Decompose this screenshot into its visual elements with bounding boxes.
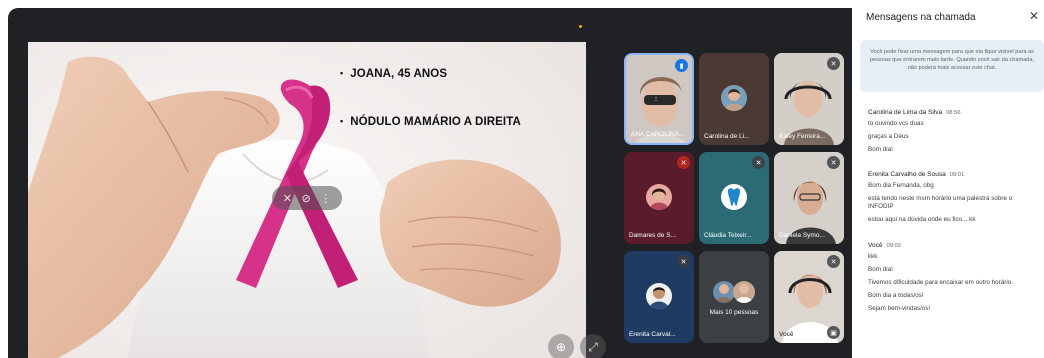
participant-name: Erenita Carval... bbox=[629, 331, 676, 338]
muted-mic-icon: ✕ bbox=[677, 255, 690, 268]
muted-mic-icon: ✕ bbox=[827, 57, 840, 70]
message-text: Bom dia Fernanda, obg bbox=[868, 182, 934, 189]
message-group: Você 09:02 kkk Bom dia! Tivemos dificulda… bbox=[868, 242, 1038, 318]
slide-bullet-2: • NÓDULO MAMÁRIO A DIREITA bbox=[340, 116, 521, 128]
message-text: Bom dia! bbox=[868, 146, 893, 153]
self-view-tile[interactable]: ✕ ▣ Você bbox=[774, 251, 844, 343]
participant-name: Carolina de Li... bbox=[704, 133, 750, 140]
meet-window: • JOANA, 45 ANOS • NÓDULO MAMÁRIO A DIREIT… bbox=[0, 0, 1044, 358]
message-time: 08:56 bbox=[946, 110, 961, 116]
message-time: 09:02 bbox=[886, 243, 901, 249]
more-options-icon[interactable]: ⋮ bbox=[320, 192, 331, 205]
participant-tile[interactable]: ✕ Daniela Symo... bbox=[774, 152, 844, 244]
speaking-indicator-icon: ▮ bbox=[675, 59, 688, 72]
participant-tile[interactable]: ✕ Cláudia Teixeir... bbox=[699, 152, 769, 244]
participant-name: Daniela Symo... bbox=[779, 232, 825, 239]
message-header: Carolina de Lima da Silva 08:56 bbox=[868, 109, 1038, 116]
message-text: estou aqui na dúvida onde eu fico... kk bbox=[868, 216, 976, 223]
participant-name: Você bbox=[779, 331, 794, 338]
slide-bullet-1: • JOANA, 45 ANOS bbox=[340, 68, 448, 80]
presentation-overlay-controls: ✕ ⊘ ⋮ bbox=[272, 186, 342, 210]
avatar bbox=[646, 283, 672, 309]
participant-tile[interactable]: Carolina de Li... bbox=[699, 53, 769, 145]
hide-icon[interactable]: ⊘ bbox=[301, 192, 310, 205]
message-text: está tendo neste msm horário uma palestr… bbox=[868, 195, 1013, 210]
meeting-area: • JOANA, 45 ANOS • NÓDULO MAMÁRIO A DIREIT… bbox=[0, 0, 852, 358]
zoom-in-button[interactable]: ⊕ bbox=[548, 334, 574, 358]
tile-options-icon[interactable]: ⋮ bbox=[652, 93, 660, 102]
message-header: Você 09:02 bbox=[868, 242, 1038, 249]
message-header: Erenita Carvalho de Sousa 09:01 bbox=[868, 171, 1038, 178]
participant-name: ANA CAROLINA... bbox=[631, 131, 685, 138]
message-text: Sejam bem-vindas/os! bbox=[868, 305, 931, 312]
sender-name: Você bbox=[868, 242, 883, 249]
chat-title: Mensagens na chamada bbox=[866, 12, 976, 23]
close-icon[interactable]: ✕ bbox=[1029, 9, 1039, 23]
muted-mic-icon: ✕ bbox=[752, 156, 765, 169]
participant-tile[interactable]: ✕ Erenita Carval... bbox=[624, 251, 694, 343]
fullscreen-button[interactable]: ⤢ bbox=[580, 334, 606, 358]
muted-mic-icon: ✕ bbox=[827, 255, 840, 268]
slide-bullet-2-text: NÓDULO MAMÁRIO A DIREITA bbox=[350, 116, 521, 128]
muted-mic-icon: ✕ bbox=[677, 156, 690, 169]
self-view-options-icon[interactable]: ▣ bbox=[827, 326, 840, 339]
slide-bullet-1-text: JOANA, 45 ANOS bbox=[350, 68, 448, 80]
avatar bbox=[721, 85, 747, 111]
participant-name: Damares de S... bbox=[629, 232, 676, 239]
message-text: graças a Deus bbox=[868, 133, 909, 140]
more-participants-label: Mais 10 pessoas bbox=[709, 309, 759, 316]
shared-presentation: • JOANA, 45 ANOS • NÓDULO MAMÁRIO A DIREIT… bbox=[28, 42, 586, 358]
muted-mic-icon: ✕ bbox=[827, 156, 840, 169]
message-group: Carolina de Lima da Silva 08:56 to ouvind… bbox=[868, 109, 1038, 159]
participant-tile[interactable]: ✕ Damares de S... bbox=[624, 152, 694, 244]
unpin-icon[interactable]: ✕ bbox=[283, 192, 292, 205]
chat-panel: Mensagens na chamada ✕ Você pode fixar u… bbox=[852, 0, 1044, 358]
zoom-icon: ⊕ bbox=[555, 340, 567, 354]
expand-icon: ⤢ bbox=[588, 339, 598, 354]
pin-message-info: Você pode fixar uma mensagem para que el… bbox=[860, 40, 1044, 92]
message-text: kkk bbox=[868, 253, 878, 260]
participant-tile[interactable]: ✕ Kaley Ferreira... bbox=[774, 53, 844, 145]
participant-name: Kaley Ferreira... bbox=[779, 133, 826, 140]
participant-name: Cláudia Teixeir... bbox=[704, 232, 752, 239]
participant-tile[interactable]: ▮ ⋮ ANA CAROLINA... bbox=[624, 53, 694, 145]
message-time: 09:01 bbox=[949, 172, 965, 178]
avatar bbox=[646, 184, 672, 210]
message-text: to ouvindo vcs duas bbox=[868, 120, 924, 127]
recording-indicator bbox=[579, 25, 582, 28]
sender-name: Carolina de Lima da Silva bbox=[868, 109, 943, 116]
sender-name: Erenita Carvalho de Sousa bbox=[868, 171, 946, 178]
avatar bbox=[733, 281, 755, 303]
message-text: Bom dia! bbox=[868, 266, 893, 273]
message-group: Erenita Carvalho de Sousa 09:01 Bom dia F… bbox=[868, 171, 1038, 229]
message-text: Tivemos dificuldade para encaixar em out… bbox=[868, 279, 1014, 286]
avatar bbox=[713, 281, 735, 303]
message-text: Bom dia a todas/os! bbox=[868, 292, 924, 299]
more-participants-tile[interactable]: Mais 10 pessoas bbox=[699, 251, 769, 343]
avatar bbox=[721, 184, 747, 210]
